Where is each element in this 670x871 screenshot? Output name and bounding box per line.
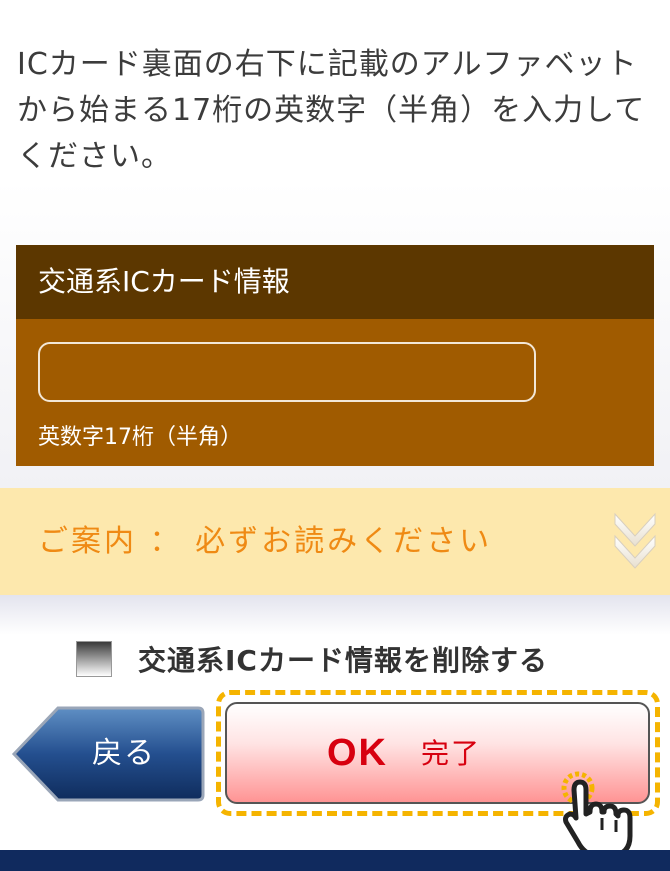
delete-ic-card-label: 交通系ICカード情報を削除する xyxy=(138,644,548,677)
back-button[interactable]: 戻る xyxy=(10,704,206,804)
footer-bar xyxy=(0,850,670,871)
ic-card-panel: 交通系ICカード情報 英数字17桁（半角） xyxy=(16,245,654,466)
ok-button-label: OK xyxy=(327,732,388,774)
back-button-label: 戻る xyxy=(92,736,156,771)
delete-ic-card-checkbox[interactable] xyxy=(76,641,112,677)
instruction-text: ICカード裏面の右下に記載のアルファベットから始まる17桁の英数字（半角）を入力… xyxy=(17,47,646,174)
delete-ic-card-option[interactable]: 交通系ICカード情報を削除する xyxy=(76,637,548,681)
ic-card-number-input[interactable] xyxy=(38,342,536,402)
notice-text: ご案内 ： 必ずお読みください xyxy=(38,524,493,559)
ic-card-input-hint: 英数字17桁（半角） xyxy=(38,425,242,450)
ic-card-panel-title: 交通系ICカード情報 xyxy=(16,245,654,319)
ok-button-sublabel: 完了 xyxy=(421,737,482,770)
pointing-hand-icon xyxy=(561,771,633,859)
double-chevron-down-icon xyxy=(614,512,656,569)
notice-bar[interactable]: ご案内 ： 必ずお読みください xyxy=(0,488,670,595)
